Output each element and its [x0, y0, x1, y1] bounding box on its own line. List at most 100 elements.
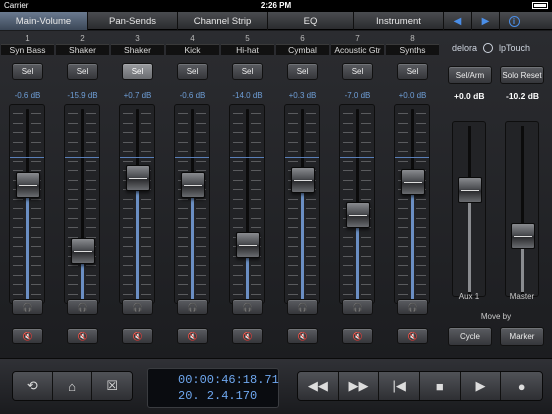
tab-main-volume[interactable]: Main-Volume: [0, 12, 88, 30]
marker-button[interactable]: Marker: [500, 327, 544, 346]
channel-name: Shaker: [56, 44, 109, 55]
transport-left-group: ⟲ ⌂ ☒: [12, 371, 133, 401]
channel-select-button[interactable]: Sel: [12, 63, 43, 80]
headphones-icon[interactable]: 🎧: [67, 299, 98, 315]
battery-icon: [530, 1, 548, 10]
headphones-icon[interactable]: 🎧: [397, 299, 428, 315]
bar-position: 20. 2.4.170: [178, 389, 258, 403]
channel-select-button[interactable]: Sel: [342, 63, 373, 80]
record-icon[interactable]: ●: [501, 372, 542, 400]
tab-instrument[interactable]: Instrument: [354, 12, 444, 30]
channel-name: Acoustic Gtr: [331, 44, 384, 55]
channel-fader[interactable]: [119, 104, 155, 304]
headphones-icon[interactable]: 🎧: [122, 299, 153, 315]
stop-icon[interactable]: ■: [420, 372, 461, 400]
brand-logo: delora lpTouch: [452, 43, 530, 53]
mute-speaker-icon[interactable]: 🔇: [342, 328, 373, 344]
info-button[interactable]: i: [500, 12, 528, 30]
fader-knob[interactable]: [236, 231, 260, 258]
mixer-panel: 1 Syn Bass Sel -0.6 dB 🎧 🔇 2 Shaker Sel …: [0, 31, 552, 358]
fader-knob[interactable]: [71, 238, 95, 265]
channel-name: Hi-hat: [221, 44, 274, 55]
headphones-icon[interactable]: 🎧: [342, 299, 373, 315]
channel-number: 3: [135, 34, 140, 43]
channel-db-readout: -14.0 dB: [232, 91, 263, 100]
channel-select-button[interactable]: Sel: [287, 63, 318, 80]
channel-select-button[interactable]: Sel: [232, 63, 263, 80]
headphones-icon[interactable]: 🎧: [12, 299, 43, 315]
channel-number: 7: [355, 34, 360, 43]
headphones-icon[interactable]: 🎧: [287, 299, 318, 315]
channel-number: 2: [80, 34, 85, 43]
aux-fader[interactable]: [452, 121, 486, 297]
aux-label: Aux 1: [458, 292, 480, 301]
mute-speaker-icon[interactable]: 🔇: [177, 328, 208, 344]
prev-page-icon[interactable]: ◀: [444, 12, 472, 30]
channel-db-readout: +0.3 dB: [288, 91, 317, 100]
brand-delora: delora: [452, 43, 478, 53]
channel-name: Synths: [386, 44, 439, 55]
tab-pan-sends[interactable]: Pan-Sends: [88, 12, 178, 30]
channel-fader[interactable]: [284, 104, 320, 304]
channel-fader[interactable]: [339, 104, 375, 304]
channel-select-button[interactable]: Sel: [67, 63, 98, 80]
channel-strip-3: 3 Shaker Sel +0.7 dB 🎧 🔇: [110, 31, 165, 358]
mute-speaker-icon[interactable]: 🔇: [232, 328, 263, 344]
channel-name: Cymbal: [276, 44, 329, 55]
channel-strip-5: 5 Hi-hat Sel -14.0 dB 🎧 🔇: [220, 31, 275, 358]
channel-name: Syn Bass: [1, 44, 54, 55]
clock: 2:26 PM: [260, 1, 292, 10]
sel-arm-button[interactable]: Sel/Arm: [448, 66, 492, 84]
channel-select-button[interactable]: Sel: [177, 63, 208, 80]
aux-db-readout: +0.0 dB: [454, 91, 485, 101]
headphones-icon[interactable]: 🎧: [232, 299, 263, 315]
tab-channel-strip[interactable]: Channel Strip: [178, 12, 268, 30]
mute-speaker-icon[interactable]: 🔇: [12, 328, 43, 344]
fader-knob[interactable]: [16, 172, 40, 199]
fader-knob[interactable]: [126, 165, 150, 192]
cycle-button[interactable]: Cycle: [448, 327, 492, 346]
fader-knob[interactable]: [346, 201, 370, 228]
fader-knob[interactable]: [291, 167, 315, 194]
channel-select-button[interactable]: Sel: [397, 63, 428, 80]
channel-strip-8: 8 Synths Sel +0.0 dB 🎧 🔇: [385, 31, 440, 358]
mute-speaker-icon[interactable]: 🔇: [287, 328, 318, 344]
channel-number: 8: [410, 34, 415, 43]
tab-eq[interactable]: EQ: [268, 12, 354, 30]
metronome-off-icon[interactable]: ⌂: [52, 372, 93, 400]
channel-number: 6: [300, 34, 305, 43]
master-db-readout: -10.2 dB: [506, 91, 540, 101]
next-page-icon[interactable]: ▶: [472, 12, 500, 30]
channel-fader[interactable]: [64, 104, 100, 304]
mute-speaker-icon[interactable]: 🔇: [67, 328, 98, 344]
aux-fader-knob[interactable]: [458, 177, 482, 204]
close-icon[interactable]: ☒: [92, 372, 132, 400]
channel-db-readout: -0.6 dB: [14, 91, 41, 100]
go-to-start-icon[interactable]: |◀: [379, 372, 421, 400]
rewind-icon[interactable]: ◀◀: [298, 372, 339, 400]
solo-reset-button[interactable]: Solo Reset: [500, 66, 544, 84]
fast-forward-icon[interactable]: ▶▶: [338, 372, 380, 400]
channel-number: 5: [245, 34, 250, 43]
channel-fader[interactable]: [394, 104, 430, 304]
fader-knob[interactable]: [181, 172, 205, 199]
channel-select-button[interactable]: Sel: [122, 63, 153, 80]
cycle-loop-icon[interactable]: ⟲: [13, 372, 53, 400]
master-fader[interactable]: [505, 121, 539, 297]
play-icon[interactable]: ▶: [460, 372, 502, 400]
mute-speaker-icon[interactable]: 🔇: [397, 328, 428, 344]
fader-knob[interactable]: [401, 168, 425, 195]
mute-speaker-icon[interactable]: 🔇: [122, 328, 153, 344]
smpte-time: 00:00:46:18.71: [178, 373, 279, 387]
fader-level-fill: [136, 172, 139, 299]
channel-fader[interactable]: [229, 104, 265, 304]
channel-strip-7: 7 Acoustic Gtr Sel -7.0 dB 🎧 🔇: [330, 31, 385, 358]
channel-db-readout: +0.0 dB: [398, 91, 427, 100]
channel-strip-6: 6 Cymbal Sel +0.3 dB 🎧 🔇: [275, 31, 330, 358]
channel-fader[interactable]: [174, 104, 210, 304]
channel-fader[interactable]: [9, 104, 45, 304]
master-label: Master: [509, 292, 535, 301]
headphones-icon[interactable]: 🎧: [177, 299, 208, 315]
master-fader-knob[interactable]: [511, 222, 535, 249]
channel-name: Kick: [166, 44, 219, 55]
